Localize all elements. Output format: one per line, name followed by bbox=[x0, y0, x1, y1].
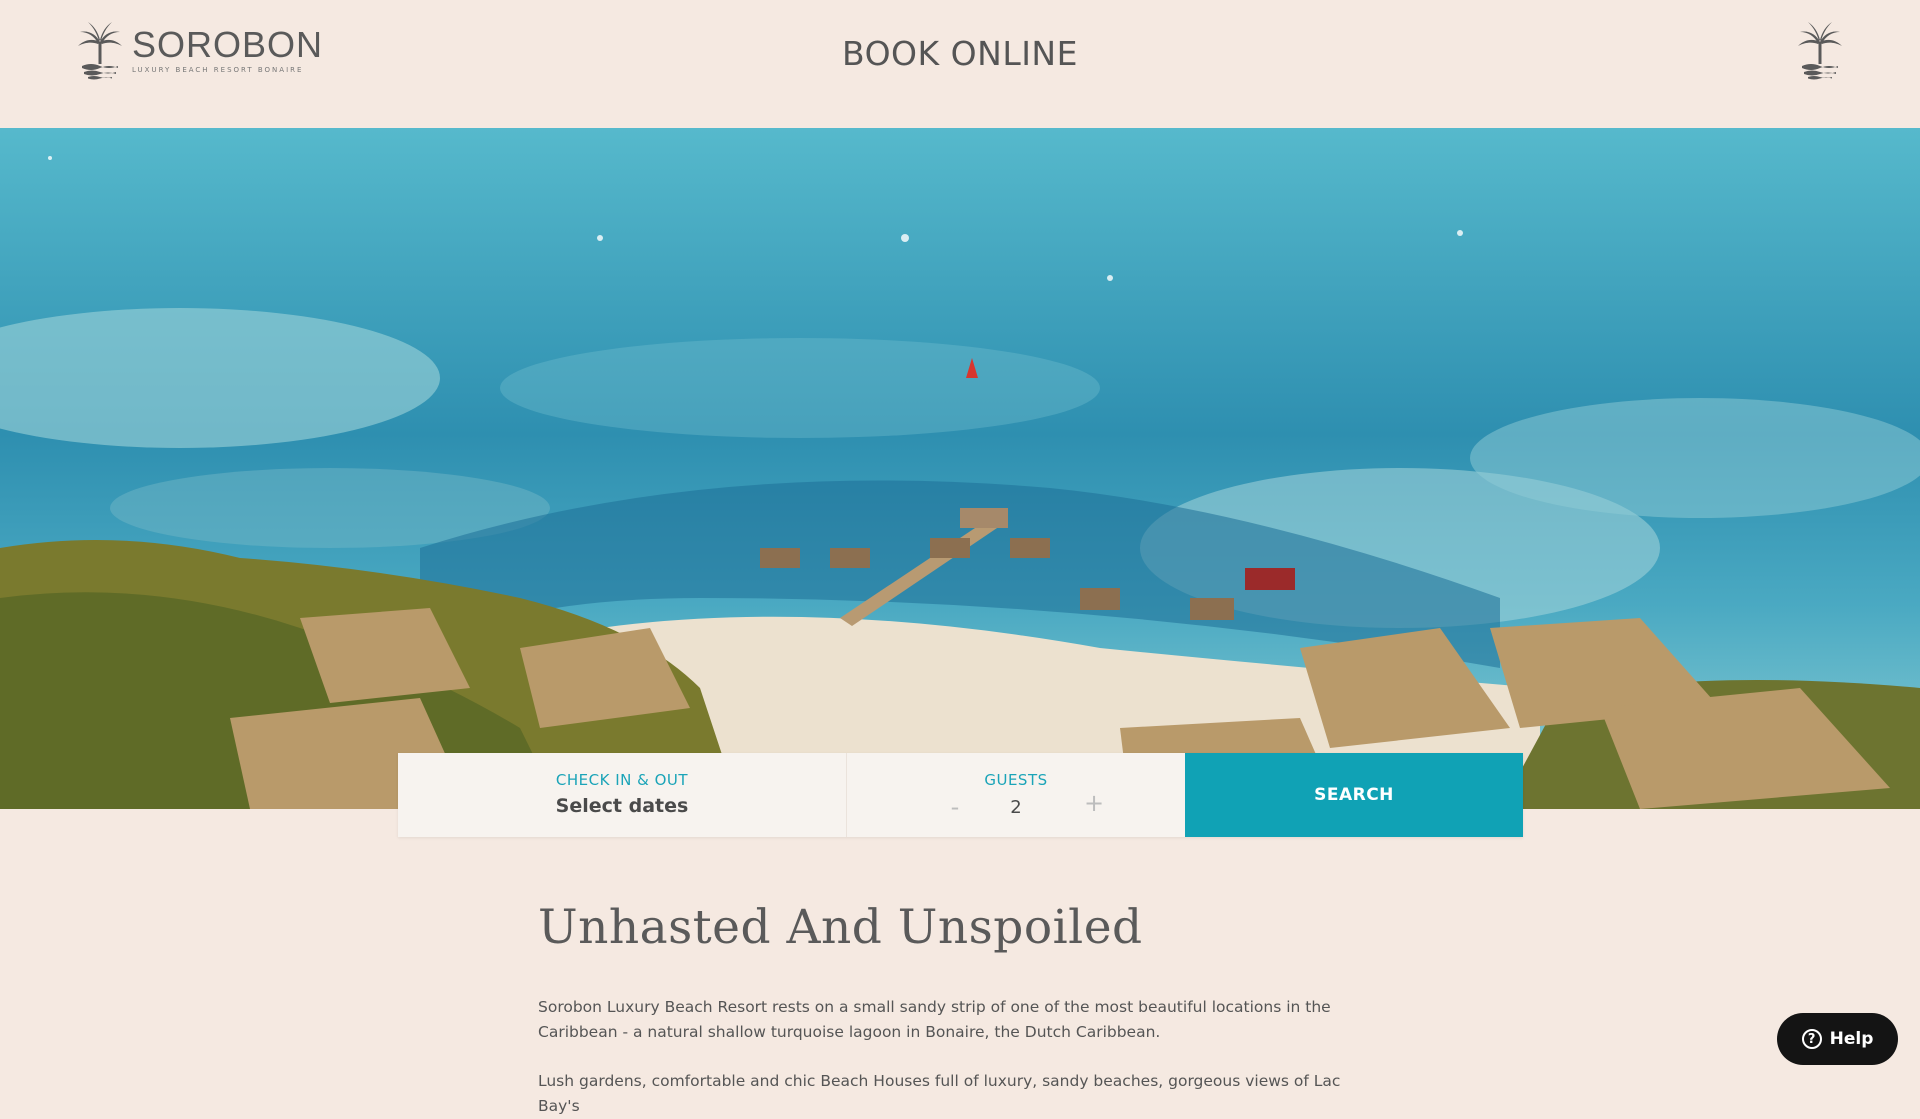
intro-paragraph: Sorobon Luxury Beach Resort rests on a s… bbox=[538, 998, 1331, 1041]
palm-tree-icon[interactable] bbox=[1796, 20, 1844, 80]
hero-image bbox=[0, 128, 1920, 809]
intro-section: Unhasted And Unspoiled Sorobon Luxury Be… bbox=[538, 900, 1378, 1119]
dates-label: CHECK IN & OUT bbox=[555, 771, 689, 789]
help-label: Help bbox=[1829, 1029, 1874, 1049]
guests-increase-button[interactable]: + bbox=[1079, 789, 1109, 817]
page-title: BOOK ONLINE bbox=[0, 34, 1920, 73]
dates-value: Select dates bbox=[555, 795, 689, 817]
search-button[interactable]: SEARCH bbox=[1185, 753, 1523, 837]
intro-paragraph-2: Lush gardens, comfortable and chic Beach… bbox=[538, 1072, 1341, 1115]
booking-bar: CHECK IN & OUT Select dates GUESTS - 2 +… bbox=[398, 753, 1523, 837]
guests-label: GUESTS bbox=[984, 771, 1048, 789]
help-icon: ? bbox=[1801, 1029, 1822, 1049]
help-button[interactable]: ? Help bbox=[1777, 1013, 1898, 1065]
section-heading: Unhasted And Unspoiled bbox=[538, 900, 1143, 955]
site-header: SOROBON LUXURY BEACH RESORT BONAIRE BOOK… bbox=[0, 0, 1920, 128]
guests-selector: GUESTS - 2 + bbox=[847, 753, 1185, 837]
guests-count: 2 bbox=[1010, 797, 1022, 818]
book-online-link[interactable]: BOOK ONLINE bbox=[842, 34, 1078, 73]
date-picker[interactable]: CHECK IN & OUT Select dates bbox=[398, 753, 847, 837]
hero-illustration bbox=[0, 128, 1920, 809]
